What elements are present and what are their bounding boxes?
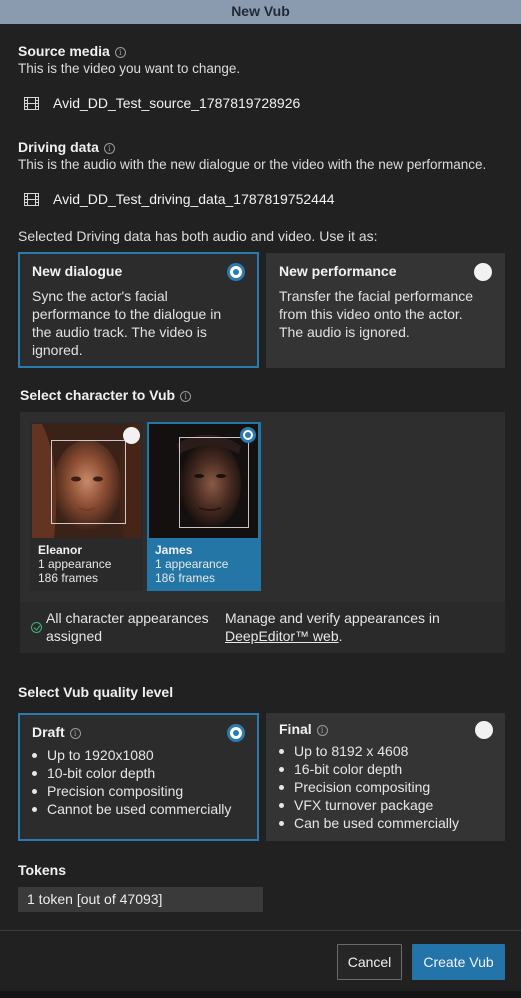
info-icon[interactable]: i — [114, 47, 126, 58]
driving-data-label: Driving data — [18, 139, 99, 155]
character-panel: Eleanor 1 appearance 186 frames James 1 … — [20, 412, 505, 653]
character-thumbnail — [149, 424, 258, 538]
source-media-file[interactable]: Avid_DD_Test_source_1787819728926 — [24, 95, 300, 111]
quality-title: Draft i — [32, 724, 245, 740]
face-detection-frame — [51, 440, 126, 524]
character-appearances: 1 appearance — [38, 557, 112, 571]
quality-option-final[interactable]: Final i Up to 8192 x 4608 16-bit color de… — [266, 713, 505, 841]
character-label: Select character to Vub — [20, 387, 176, 403]
quality-title-text: Final — [279, 721, 312, 737]
info-icon[interactable]: i — [69, 728, 81, 739]
quality-features: Up to 1920x1080 10-bit color depth Preci… — [32, 746, 245, 818]
film-icon — [24, 192, 39, 206]
quality-feature: Precision compositing — [32, 782, 245, 800]
footer-divider — [0, 930, 521, 931]
character-status-bar: All character appearances assigned Manag… — [20, 602, 505, 653]
character-card-james[interactable]: James 1 appearance 186 frames — [147, 422, 261, 591]
character-heading: Select character to Vub i — [20, 387, 192, 403]
info-icon[interactable]: i — [180, 391, 192, 402]
character-name: James — [155, 543, 193, 557]
quality-feature: 10-bit color depth — [32, 764, 245, 782]
radio-selected[interactable] — [227, 724, 245, 742]
driving-data-heading: Driving data i — [18, 139, 115, 155]
quality-feature: Up to 8192 x 4608 — [279, 742, 492, 760]
film-icon — [24, 96, 39, 110]
quality-features: Up to 8192 x 4608 16-bit color depth Pre… — [279, 742, 492, 832]
radio-selected[interactable] — [240, 427, 256, 443]
radio-unselected[interactable] — [123, 427, 140, 444]
source-media-filename: Avid_DD_Test_source_1787819728926 — [53, 95, 301, 111]
quality-feature: Up to 1920x1080 — [32, 746, 245, 764]
window-title: New Vub — [0, 0, 521, 24]
character-appearances: 1 appearance — [155, 557, 229, 571]
manage-suffix: . — [338, 628, 343, 644]
radio-unselected[interactable] — [475, 721, 493, 739]
cancel-button[interactable]: Cancel — [337, 944, 402, 980]
character-card-eleanor[interactable]: Eleanor 1 appearance 186 frames — [30, 422, 143, 591]
info-icon[interactable]: i — [103, 143, 115, 154]
option-title: New dialogue — [32, 263, 123, 279]
quality-feature: Precision compositing — [279, 778, 492, 796]
quality-feature: Can be used commercially — [279, 814, 492, 832]
tokens-heading: Tokens — [18, 862, 66, 878]
option-new-dialogue[interactable]: New dialogue Sync the actor's facial per… — [18, 252, 259, 368]
quality-feature: VFX turnover package — [279, 796, 492, 814]
face-detection-frame — [179, 437, 249, 528]
manage-text: Manage and verify appearances in — [225, 610, 440, 626]
source-media-label: Source media — [18, 43, 110, 59]
bottom-strip — [0, 991, 521, 998]
quality-option-draft[interactable]: Draft i Up to 1920x1080 10-bit color dept… — [18, 713, 259, 841]
quality-title-text: Draft — [32, 724, 65, 740]
quality-heading: Select Vub quality level — [18, 684, 174, 700]
radio-selected[interactable] — [227, 263, 245, 281]
option-description: Transfer the facial performance from thi… — [279, 288, 474, 340]
tokens-value: 1 token [out of 47093] — [18, 887, 263, 912]
character-frames: 186 frames — [155, 571, 216, 585]
info-icon[interactable]: i — [316, 725, 328, 736]
assignment-status: All character appearances assigned — [46, 610, 209, 644]
character-frames: 186 frames — [38, 571, 99, 585]
manage-appearances-text: Manage and verify appearances in DeepEdi… — [225, 609, 475, 645]
check-circle-icon — [31, 622, 42, 633]
quality-feature: Cannot be used commercially — [32, 800, 245, 818]
option-description: Sync the actor's facial performance to t… — [32, 288, 222, 358]
source-media-heading: Source media i — [18, 43, 126, 59]
quality-feature: 16-bit color depth — [279, 760, 492, 778]
source-media-description: This is the video you want to change. — [18, 61, 241, 76]
character-name: Eleanor — [38, 543, 83, 557]
deepeditor-web-link[interactable]: DeepEditor™ web — [225, 628, 339, 644]
radio-unselected[interactable] — [474, 263, 492, 281]
option-new-performance[interactable]: New performance Transfer the facial perf… — [266, 253, 505, 368]
driving-data-description: This is the audio with the new dialogue … — [18, 157, 487, 172]
option-title: New performance — [279, 263, 397, 279]
quality-title: Final i — [279, 721, 492, 737]
driving-data-filename: Avid_DD_Test_driving_data_1787819752444 — [53, 191, 335, 207]
usage-prompt: Selected Driving data has both audio and… — [18, 228, 378, 244]
driving-data-file[interactable]: Avid_DD_Test_driving_data_1787819752444 — [24, 191, 335, 207]
create-vub-button[interactable]: Create Vub — [412, 944, 505, 980]
